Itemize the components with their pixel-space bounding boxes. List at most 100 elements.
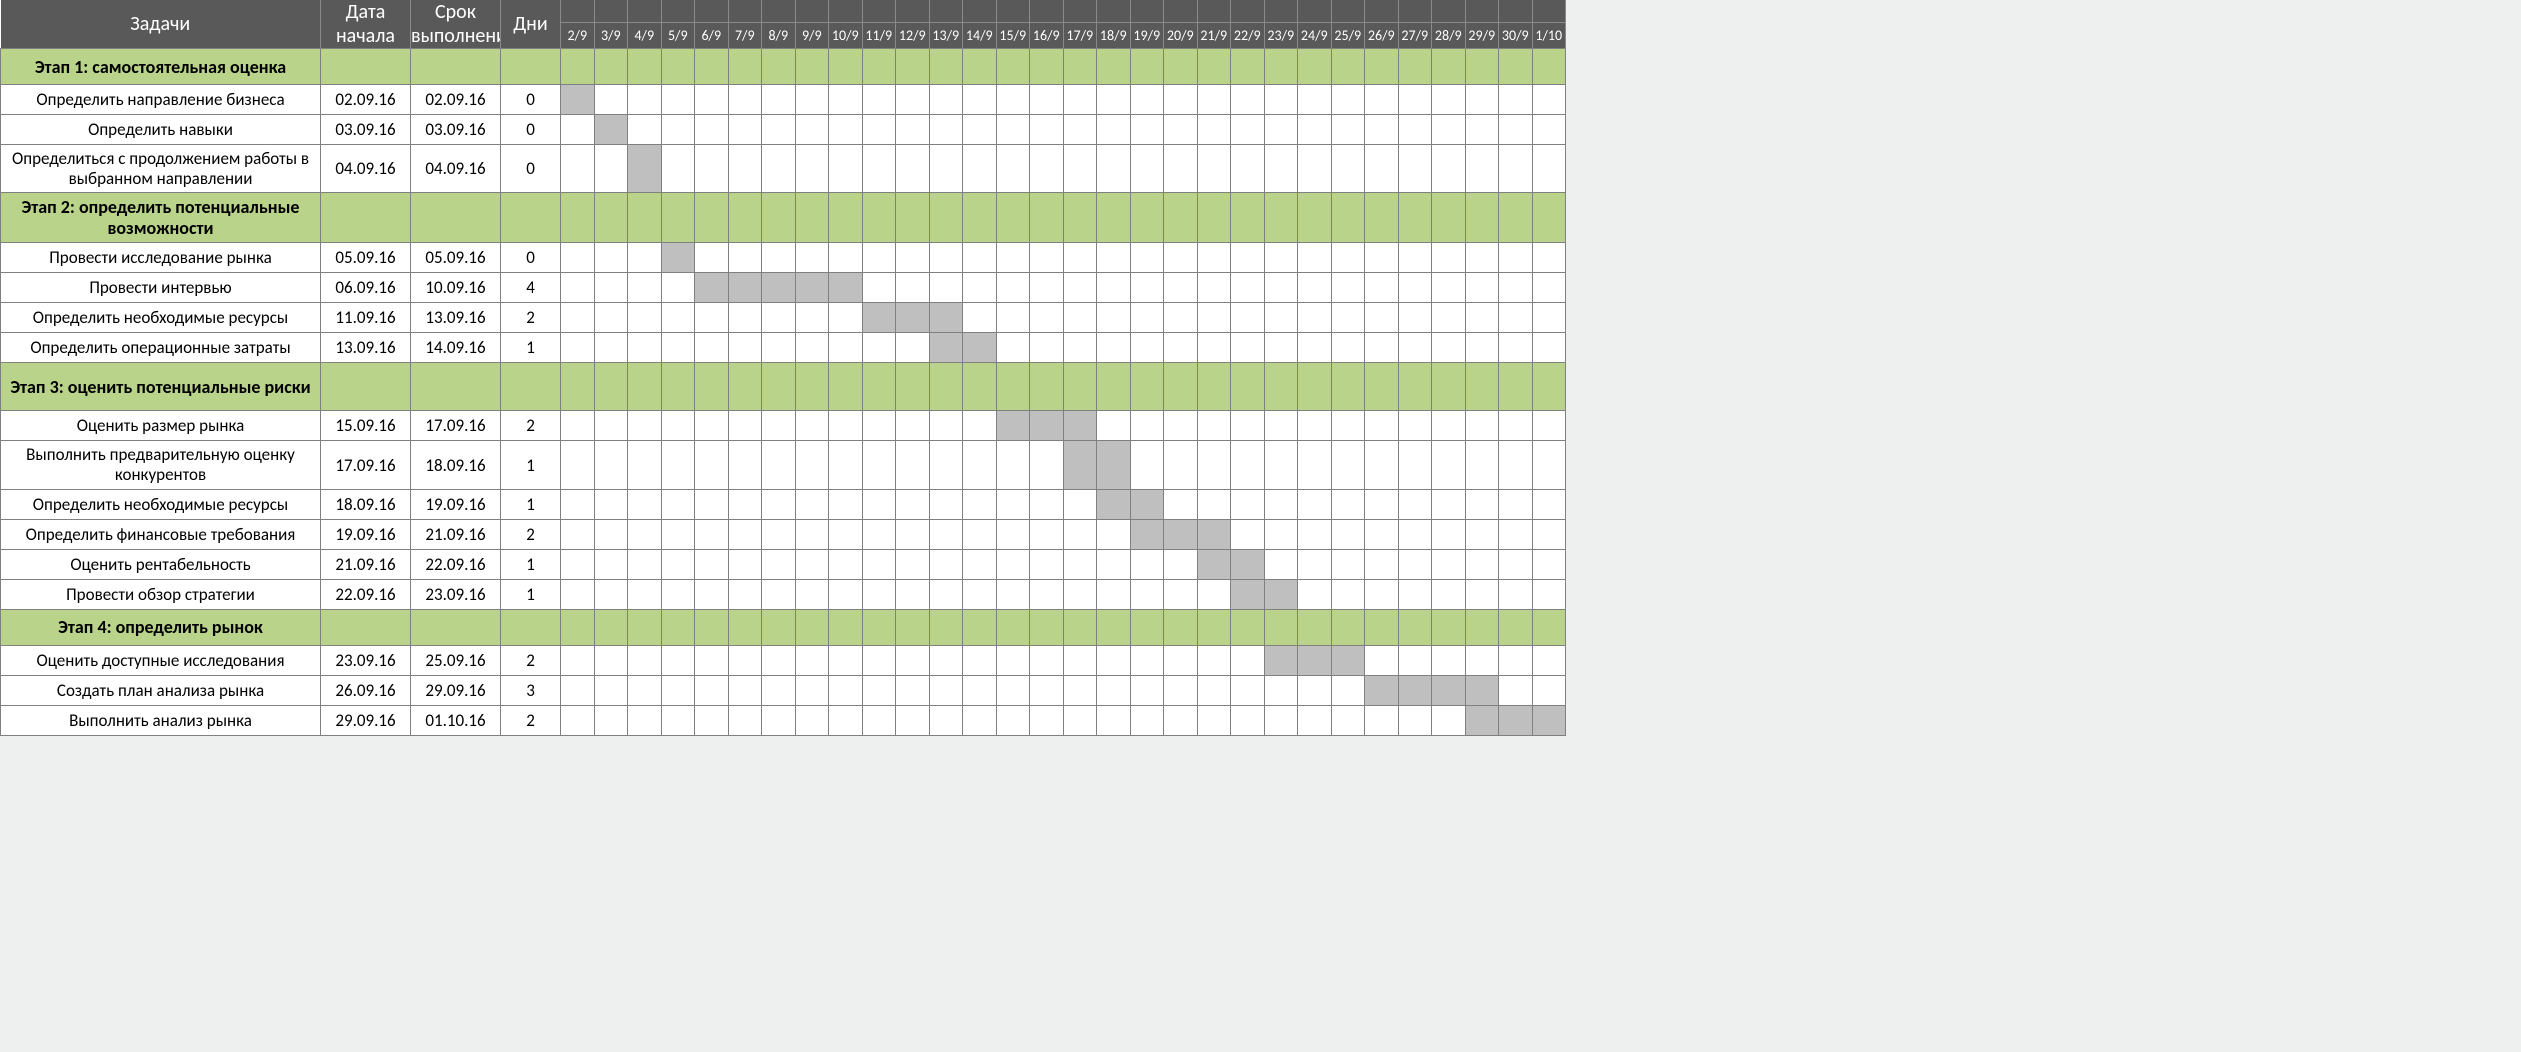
gantt-cell[interactable] — [1231, 489, 1265, 519]
gantt-cell[interactable] — [1030, 675, 1064, 705]
gantt-cell[interactable] — [695, 519, 729, 549]
gantt-cell[interactable] — [561, 645, 595, 675]
gantt-cell[interactable] — [628, 609, 662, 645]
gantt-cell[interactable] — [661, 441, 695, 489]
gantt-cell[interactable] — [1398, 411, 1432, 441]
gantt-cell[interactable] — [1532, 303, 1566, 333]
gantt-cell[interactable] — [1030, 705, 1064, 735]
gantt-cell[interactable] — [1197, 145, 1231, 193]
gantt-cell[interactable] — [695, 193, 729, 243]
gantt-cell[interactable] — [1365, 609, 1399, 645]
cell-start[interactable]: 04.09.16 — [321, 145, 411, 193]
gantt-cell[interactable] — [1264, 441, 1298, 489]
gantt-cell[interactable] — [1164, 273, 1198, 303]
gantt-cell[interactable] — [929, 85, 963, 115]
gantt-cell[interactable] — [762, 49, 796, 85]
task-name[interactable]: Провести обзор стратегии — [1, 579, 321, 609]
gantt-cell[interactable] — [695, 363, 729, 411]
gantt-cell[interactable] — [1097, 645, 1131, 675]
gantt-cell[interactable] — [1331, 243, 1365, 273]
gantt-cell[interactable] — [762, 675, 796, 705]
gantt-cell[interactable] — [896, 243, 930, 273]
gantt-cell[interactable] — [829, 363, 863, 411]
gantt-cell[interactable] — [1298, 333, 1332, 363]
gantt-cell[interactable] — [1030, 85, 1064, 115]
gantt-cell[interactable] — [728, 333, 762, 363]
gantt-cell[interactable] — [1432, 333, 1466, 363]
gantt-cell[interactable] — [1030, 333, 1064, 363]
gantt-cell[interactable] — [1063, 49, 1097, 85]
gantt-cell[interactable] — [1331, 489, 1365, 519]
gantt-cell[interactable] — [1532, 243, 1566, 273]
gantt-cell[interactable] — [929, 519, 963, 549]
gantt-cell[interactable] — [829, 411, 863, 441]
gantt-cell[interactable] — [1130, 49, 1164, 85]
gantt-cell[interactable] — [695, 705, 729, 735]
phase-title[interactable]: Этап 3: оценить потенциальные риски — [1, 363, 321, 411]
gantt-cell[interactable] — [728, 303, 762, 333]
gantt-cell[interactable] — [594, 549, 628, 579]
gantt-cell[interactable] — [1063, 411, 1097, 441]
gantt-cell[interactable] — [1164, 243, 1198, 273]
gantt-cell[interactable] — [996, 303, 1030, 333]
gantt-cell[interactable] — [1164, 675, 1198, 705]
gantt-cell[interactable] — [1365, 243, 1399, 273]
gantt-cell[interactable] — [1298, 49, 1332, 85]
task-name[interactable]: Определить направление бизнеса — [1, 85, 321, 115]
gantt-cell[interactable] — [661, 49, 695, 85]
cell-days[interactable]: 2 — [501, 705, 561, 735]
gantt-cell[interactable] — [628, 49, 662, 85]
gantt-cell[interactable] — [996, 115, 1030, 145]
cell-end[interactable]: 01.10.16 — [411, 705, 501, 735]
cell-start[interactable] — [321, 193, 411, 243]
gantt-cell[interactable] — [728, 193, 762, 243]
gantt-cell[interactable] — [1432, 115, 1466, 145]
gantt-cell[interactable] — [594, 145, 628, 193]
gantt-cell[interactable] — [795, 49, 829, 85]
gantt-cell[interactable] — [1398, 333, 1432, 363]
gantt-cell[interactable] — [929, 441, 963, 489]
gantt-cell[interactable] — [795, 333, 829, 363]
gantt-cell[interactable] — [1465, 579, 1499, 609]
cell-end[interactable]: 25.09.16 — [411, 645, 501, 675]
gantt-cell[interactable] — [1532, 519, 1566, 549]
gantt-cell[interactable] — [1264, 489, 1298, 519]
gantt-cell[interactable] — [1398, 115, 1432, 145]
gantt-cell[interactable] — [1164, 49, 1198, 85]
gantt-cell[interactable] — [862, 411, 896, 441]
task-row[interactable]: Провести исследование рынка05.09.1605.09… — [1, 243, 1566, 273]
gantt-cell[interactable] — [561, 609, 595, 645]
gantt-cell[interactable] — [1264, 243, 1298, 273]
gantt-cell[interactable] — [561, 579, 595, 609]
gantt-cell[interactable] — [795, 675, 829, 705]
gantt-cell[interactable] — [1097, 609, 1131, 645]
gantt-cell[interactable] — [829, 549, 863, 579]
gantt-cell[interactable] — [1264, 579, 1298, 609]
gantt-cell[interactable] — [1532, 333, 1566, 363]
gantt-cell[interactable] — [929, 363, 963, 411]
gantt-cell[interactable] — [1097, 303, 1131, 333]
gantt-cell[interactable] — [1532, 675, 1566, 705]
gantt-cell[interactable] — [695, 549, 729, 579]
task-name[interactable]: Оценить рентабельность — [1, 549, 321, 579]
cell-end[interactable]: 29.09.16 — [411, 675, 501, 705]
gantt-cell[interactable] — [1063, 675, 1097, 705]
cell-days[interactable] — [501, 49, 561, 85]
gantt-cell[interactable] — [628, 645, 662, 675]
gantt-cell[interactable] — [862, 303, 896, 333]
gantt-cell[interactable] — [1264, 273, 1298, 303]
gantt-cell[interactable] — [1130, 273, 1164, 303]
gantt-cell[interactable] — [963, 441, 997, 489]
gantt-cell[interactable] — [795, 85, 829, 115]
gantt-cell[interactable] — [661, 115, 695, 145]
gantt-cell[interactable] — [963, 519, 997, 549]
phase-row[interactable]: Этап 3: оценить потенциальные риски — [1, 363, 1566, 411]
gantt-cell[interactable] — [929, 675, 963, 705]
gantt-cell[interactable] — [1465, 675, 1499, 705]
gantt-cell[interactable] — [661, 303, 695, 333]
cell-start[interactable]: 02.09.16 — [321, 85, 411, 115]
gantt-cell[interactable] — [1499, 193, 1533, 243]
gantt-cell[interactable] — [661, 363, 695, 411]
gantt-cell[interactable] — [561, 115, 595, 145]
gantt-cell[interactable] — [1465, 441, 1499, 489]
